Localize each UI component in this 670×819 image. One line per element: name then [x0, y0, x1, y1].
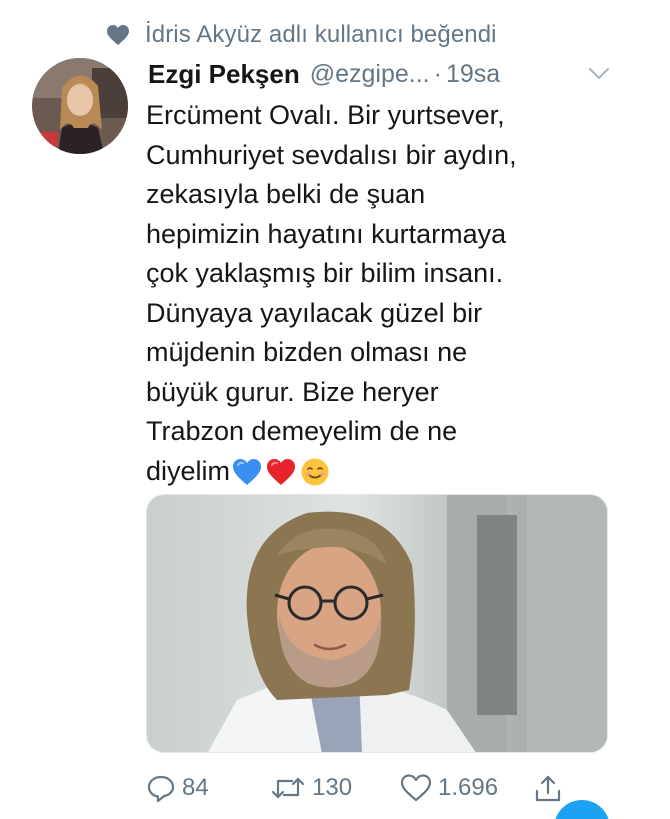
emoji-group: [232, 457, 330, 487]
smiling-face-emoji: [301, 458, 329, 485]
avatar[interactable]: [32, 58, 128, 154]
retweet-icon: [271, 777, 305, 799]
heart-icon: [104, 21, 132, 49]
timestamp[interactable]: 19sa: [446, 60, 500, 89]
reply-count: 84: [182, 774, 209, 801]
tweet-actions: 84 130 1.696: [146, 768, 616, 808]
share-button[interactable]: [534, 768, 562, 808]
tweet-photo[interactable]: [146, 494, 608, 753]
like-count: 1.696: [438, 774, 499, 801]
tweet-header: Ezgi Pekşen @ezgipe... · 19sa: [148, 56, 618, 92]
tweet-text: Ercüment Ovalı. Bir yurtsever, Cumhuriye…: [146, 96, 616, 491]
like-button[interactable]: 1.696: [400, 768, 498, 808]
blue-heart-emoji: [233, 458, 262, 485]
retweet-button[interactable]: 130: [270, 768, 352, 808]
separator-dot: ·: [433, 59, 442, 88]
heart-outline-icon: [400, 774, 432, 802]
reply-button[interactable]: 84: [146, 768, 209, 808]
share-icon: [535, 775, 561, 802]
social-context: İdris Akyüz adlı kullanıcı beğendi: [104, 18, 497, 52]
red-heart-emoji: [267, 458, 296, 485]
retweet-count: 130: [312, 774, 353, 801]
social-context-text: İdris Akyüz adlı kullanıcı beğendi: [145, 21, 497, 48]
reply-icon: [147, 775, 175, 803]
chevron-down-icon[interactable]: [585, 62, 613, 84]
user-handle[interactable]: @ezgipe...: [310, 60, 430, 89]
display-name[interactable]: Ezgi Pekşen: [148, 59, 300, 90]
tweet-body: Ercüment Ovalı. Bir yurtsever, Cumhuriye…: [146, 100, 517, 486]
